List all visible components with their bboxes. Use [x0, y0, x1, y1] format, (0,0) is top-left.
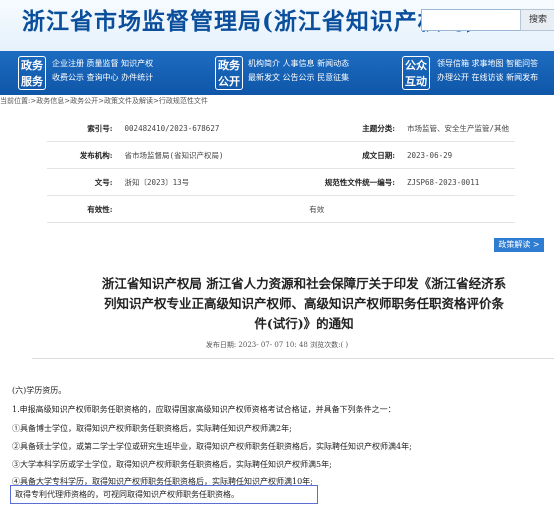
document-meta-table: 索引号: 002482410/2023-678627 主题分类: 市场监管、安全… [47, 115, 515, 223]
body-list-item: ①具备博士学位，取得知识产权师职务任职资格后，实际聘任知识产权师满2年; [12, 424, 292, 433]
policy-interpretation-button[interactable]: 政策解读 > [494, 238, 544, 252]
body-list-item: ③大学本科学历或学士学位，取得知识产权师职务任职资格后，实际聘任知识产权师满5年… [12, 460, 332, 469]
body-section-heading: (六)学历资历。 [12, 386, 67, 395]
nav-badge-line: 公开 [218, 75, 240, 88]
topic-value: 市场监管、安全生产监管/其他 [400, 115, 515, 142]
table-row: 索引号: 002482410/2023-678627 主题分类: 市场监管、安全… [47, 115, 515, 142]
date-label: 成文日期: [279, 141, 401, 169]
date-value: 2023-06-29 [400, 141, 515, 169]
nav-links-row[interactable]: 收费公示 查询中心 办件统计 [52, 71, 153, 85]
search-button[interactable]: 搜索 [520, 9, 554, 31]
index-label: 索引号: [47, 115, 119, 142]
nav-links-row[interactable]: 领导信箱 求事地图 智能问答 [437, 57, 538, 71]
divider [32, 358, 554, 359]
table-row: 发布机构: 省市场监督局(省知识产权局) 成文日期: 2023-06-29 [47, 141, 515, 169]
topic-label: 主题分类: [279, 115, 401, 142]
site-title: 浙江省市场监督管理局(浙江省知识产权局) [22, 8, 478, 35]
docno-value: 浙知〔2023〕13号 [118, 168, 280, 196]
nav-badge-interact[interactable]: 公众 互动 [402, 56, 430, 90]
search-input[interactable] [421, 9, 523, 31]
nav-links-row[interactable]: 机构简介 人事信息 新闻动态 [248, 57, 349, 71]
table-row: 文号: 浙知〔2023〕13号 规范性文件统一编号: ZJSP68-2023-0… [47, 168, 515, 196]
body-highlighted-text: 取得专利代理师资格的，可视同取得知识产权师职务任职资格。 [15, 490, 239, 499]
nav-badge-line: 政务 [21, 59, 43, 72]
uniform-label: 规范性文件统一编号: [279, 168, 401, 196]
issuer-label: 发布机构: [47, 141, 119, 169]
table-row: 有效性: 有效 [47, 195, 515, 223]
nav-links-row[interactable]: 办理公开 在线访谈 新闻发布 [437, 71, 538, 85]
nav-badge-line: 公众 [405, 59, 427, 72]
nav-links-interact[interactable]: 领导信箱 求事地图 智能问答 办理公开 在线访谈 新闻发布 [437, 57, 538, 85]
nav-links-row[interactable]: 最新发文 公告公示 民意征集 [248, 71, 349, 85]
site-header: 浙江省市场监督管理局(浙江省知识产权局) 搜索 政务 服务 企业注册 质量监督 … [0, 0, 554, 95]
body-list-item: ②具备硕士学位，或第二学士学位或研究生班毕业，取得知识产权师职务任职资格后，实际… [12, 442, 412, 451]
nav-badge-line: 服务 [21, 75, 43, 88]
document-meta-line: 发布日期: 2023- 07- 07 10: 48 浏览次数:( ) [205, 341, 349, 349]
uniform-value: ZJSP68-2023-0011 [400, 168, 515, 196]
index-value: 002482410/2023-678627 [118, 115, 280, 142]
nav-badge-line: 互动 [405, 75, 427, 88]
nav-badge-public[interactable]: 政务 公开 [215, 56, 243, 90]
issuer-value: 省市场监督局(省知识产权局) [118, 141, 280, 169]
nav-links-service[interactable]: 企业注册 质量监督 知识产权 收费公示 查询中心 办件统计 [52, 57, 153, 85]
nav-badge-line: 政务 [218, 59, 240, 72]
nav-links-row[interactable]: 企业注册 质量监督 知识产权 [52, 57, 153, 71]
document-title: 浙江省知识产权局 浙江省人力资源和社会保障厅关于印发《浙江省经济系列知识产权专业… [101, 276, 507, 331]
breadcrumb[interactable]: 当前位置:>政务信息>政务公开>政策文件及解读>行政规范性文件 [0, 96, 208, 106]
body-paragraph: 1.申报高级知识产权师职务任职资格的，应取得国家高级知识产权师资格考试合格证，并… [12, 405, 396, 414]
main-nav: 政务 服务 企业注册 质量监督 知识产权 收费公示 查询中心 办件统计 政务 公… [0, 51, 554, 95]
nav-links-public[interactable]: 机构简介 人事信息 新闻动态 最新发文 公告公示 民意征集 [248, 57, 349, 85]
nav-badge-service[interactable]: 政务 服务 [18, 56, 46, 90]
valid-label: 有效性: [47, 195, 119, 223]
docno-label: 文号: [47, 168, 119, 196]
valid-value: 有效 [118, 195, 515, 223]
